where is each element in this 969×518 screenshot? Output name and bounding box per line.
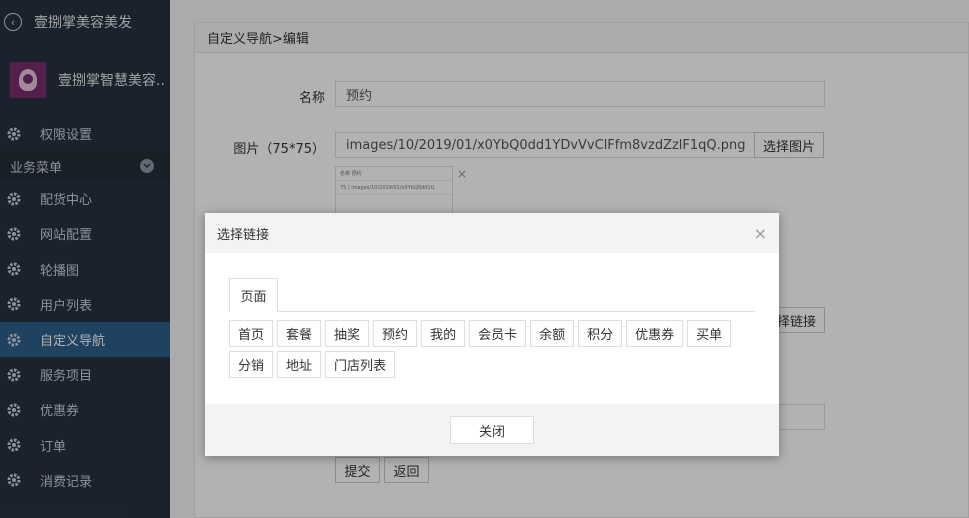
link-options: 首页 套餐 抽奖 预约 我的 会员卡 余额 积分 优惠券 买单分销 地址 门店列表 [229,320,759,378]
close-button[interactable]: 关闭 [450,416,534,444]
tab-pages[interactable]: 页面 [229,278,278,312]
link-option[interactable]: 套餐 [277,320,322,347]
link-option[interactable]: 首页 [229,320,274,347]
link-option[interactable]: 抽奖 [325,320,370,347]
link-option[interactable]: 买单 [687,320,732,347]
modal-header: 选择链接 × [205,213,779,253]
link-option[interactable]: 门店列表 [325,351,396,378]
tab-bar: 页面 [229,278,755,312]
modal-body: 页面 首页 套餐 抽奖 预约 我的 会员卡 余额 积分 优惠券 买单分销 地址 门店列表 [205,253,779,404]
link-option[interactable]: 我的 [421,320,466,347]
link-option[interactable]: 预约 [373,320,418,347]
modal-footer: 关闭 [205,404,779,456]
link-option[interactable]: 会员卡 [469,320,527,347]
link-option[interactable]: 积分 [578,320,623,347]
link-option[interactable]: 分销 [229,351,274,378]
select-link-modal: 选择链接 × 页面 首页 套餐 抽奖 预约 我的 会员卡 余额 积分 优惠券 买单分销 地址 门店列表… [205,213,779,456]
link-option[interactable]: 余额 [530,320,575,347]
close-icon[interactable]: × [754,224,767,243]
link-option[interactable]: 地址 [277,351,322,378]
modal-title: 选择链接 [217,227,270,243]
link-option[interactable]: 优惠券 [626,320,684,347]
